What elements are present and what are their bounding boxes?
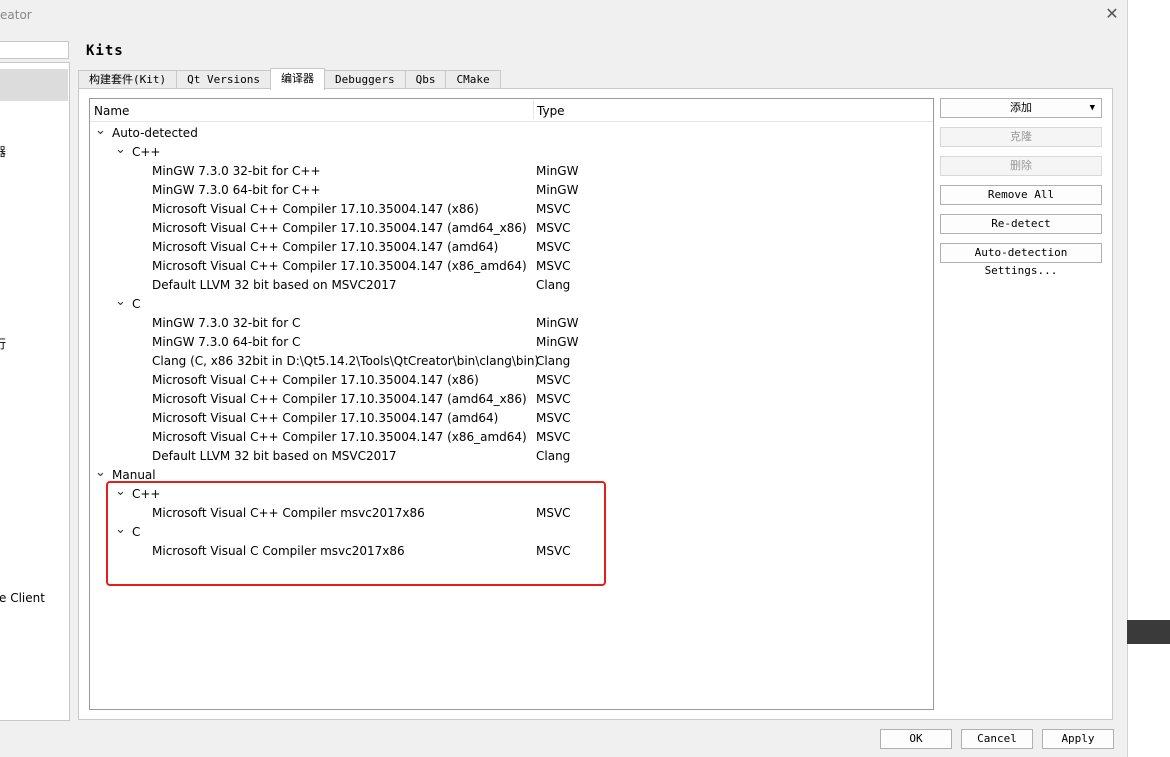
remove-all-button[interactable]: Remove All xyxy=(940,185,1102,205)
chevron-down-icon[interactable]: ⌄ xyxy=(95,463,106,482)
tree-row-type: MSVC xyxy=(536,202,571,216)
tree-row-type: MSVC xyxy=(536,430,571,444)
tree-row-type: Clang xyxy=(536,354,571,368)
apply-button[interactable]: Apply xyxy=(1042,729,1114,749)
tab-qt-versions[interactable]: Qt Versions xyxy=(176,70,271,89)
tree-row-type: MSVC xyxy=(536,259,571,273)
tree-row-name: Default LLVM 32 bit based on MSVC2017 xyxy=(152,278,397,292)
tree-row-name: Microsoft Visual C++ Compiler 17.10.3500… xyxy=(152,221,527,235)
tree-row-type: MSVC xyxy=(536,240,571,254)
tree-row[interactable]: MinGW 7.3.0 32-bit for C MinGW xyxy=(90,314,933,333)
tree-row[interactable]: Microsoft Visual C++ Compiler 17.10.3500… xyxy=(90,390,933,409)
tree-row[interactable]: Microsoft Visual C++ Compiler 17.10.3500… xyxy=(90,238,933,257)
ok-button[interactable]: OK xyxy=(880,729,952,749)
category-sidebar[interactable]: 器r·行e Client xyxy=(0,62,70,721)
clone-button[interactable]: 克隆 xyxy=(940,127,1102,147)
options-dialog: eator ✕ 器r·行e Client Kits 构建套件(Kit) Qt V… xyxy=(0,0,1128,757)
window-title: eator xyxy=(0,8,32,22)
chevron-down-icon[interactable]: ⌄ xyxy=(115,292,126,311)
tree-row[interactable]: Default LLVM 32 bit based on MSVC2017 Cla… xyxy=(90,276,933,295)
tree-row-type: MinGW xyxy=(536,183,579,197)
tab-debuggers[interactable]: Debuggers xyxy=(323,70,406,89)
tree-row-type: MinGW xyxy=(536,164,579,178)
cancel-button[interactable]: Cancel xyxy=(961,729,1033,749)
tree-row-name: Default LLVM 32 bit based on MSVC2017 xyxy=(152,449,397,463)
tab-kits[interactable]: 构建套件(Kit) xyxy=(78,70,178,89)
tree-group-row[interactable]: ⌄ Auto-detected xyxy=(90,121,933,143)
tree-row[interactable]: MinGW 7.3.0 32-bit for C++ MinGW xyxy=(90,162,933,181)
tree-row-type: MinGW xyxy=(536,316,579,330)
tree-row-name: MinGW 7.3.0 32-bit for C++ xyxy=(152,164,321,178)
tree-row[interactable]: MinGW 7.3.0 64-bit for C++ MinGW xyxy=(90,181,933,200)
background-taskbar-fragment xyxy=(1127,620,1170,644)
tree-row-name: C++ xyxy=(132,145,161,159)
tree-row-name: MinGW 7.3.0 32-bit for C xyxy=(152,316,301,330)
tree-row[interactable]: Microsoft Visual C++ Compiler 17.10.3500… xyxy=(90,409,933,428)
tree-row[interactable]: Microsoft Visual C++ Compiler 17.10.3500… xyxy=(90,257,933,276)
tree-row-type: MSVC xyxy=(536,392,571,406)
tree-row[interactable]: Microsoft Visual C++ Compiler 17.10.3500… xyxy=(90,428,933,447)
tree-row[interactable]: Microsoft Visual C++ Compiler 17.10.3500… xyxy=(90,371,933,390)
filter-input[interactable] xyxy=(0,41,69,59)
column-header-type[interactable]: Type xyxy=(537,104,565,118)
tree-row-type: MSVC xyxy=(536,373,571,387)
close-icon[interactable]: ✕ xyxy=(1103,5,1121,23)
tree-row-type: MSVC xyxy=(536,411,571,425)
tree-row-type: Clang xyxy=(536,278,571,292)
column-header-name[interactable]: Name xyxy=(94,104,129,118)
tree-row-name: MinGW 7.3.0 64-bit for C xyxy=(152,335,301,349)
page-title: Kits xyxy=(86,43,124,59)
tree-row-name: Microsoft Visual C++ Compiler 17.10.3500… xyxy=(152,202,479,216)
add-button-label: 添加 xyxy=(1010,101,1032,114)
tree-row[interactable]: Clang (C, x86 32bit in D:\Qt5.14.2\Tools… xyxy=(90,352,933,371)
red-annotation-box xyxy=(106,481,606,586)
tree-row[interactable]: Default LLVM 32 bit based on MSVC2017 Cla… xyxy=(90,447,933,466)
chevron-down-icon[interactable]: ⌄ xyxy=(115,140,126,159)
add-button[interactable]: 添加 ▼ xyxy=(940,98,1102,118)
tree-row-type: MinGW xyxy=(536,335,579,349)
tree-row-name: Clang (C, x86 32bit in D:\Qt5.14.2\Tools… xyxy=(152,354,540,368)
tree-row-name: MinGW 7.3.0 64-bit for C++ xyxy=(152,183,321,197)
tab-cmake[interactable]: CMake xyxy=(445,70,501,89)
tree-row-type: MSVC xyxy=(536,221,571,235)
tree-group-row[interactable]: ⌄ C++ xyxy=(90,140,933,162)
tree-row[interactable]: Microsoft Visual C++ Compiler 17.10.3500… xyxy=(90,219,933,238)
autodetect-settings-button[interactable]: Auto-detection Settings... xyxy=(940,243,1102,277)
tree-header: Name Type xyxy=(90,99,933,122)
sidebar-item-kits-selected[interactable] xyxy=(0,69,68,101)
tree-row-name: C xyxy=(132,297,141,311)
tree-row-name: Microsoft Visual C++ Compiler 17.10.3500… xyxy=(152,392,527,406)
tree-row-name: Microsoft Visual C++ Compiler 17.10.3500… xyxy=(152,240,499,254)
tab-qbs[interactable]: Qbs xyxy=(404,70,447,89)
chevron-down-icon[interactable]: ⌄ xyxy=(95,121,106,140)
tree-group-row[interactable]: ⌄ C xyxy=(90,292,933,314)
compilers-panel: Name Type ⌄ Auto-detected ⌄ C++ MinGW 7.3.0 … xyxy=(78,88,1113,720)
tab-bar: 构建套件(Kit) Qt Versions 编译器 Debuggers Qbs … xyxy=(78,68,501,90)
tree-row[interactable]: MinGW 7.3.0 64-bit for C MinGW xyxy=(90,333,933,352)
chevron-down-icon: ▼ xyxy=(1089,103,1095,113)
tree-row-name: Microsoft Visual C++ Compiler 17.10.3500… xyxy=(152,430,527,444)
sidebar-item-label[interactable]: 器 xyxy=(0,143,6,160)
tree-row-name: Microsoft Visual C++ Compiler 17.10.3500… xyxy=(152,259,527,273)
sidebar-item-label[interactable]: 行 xyxy=(0,335,6,352)
tab-compilers[interactable]: 编译器 xyxy=(269,68,325,90)
redetect-button[interactable]: Re-detect xyxy=(940,214,1102,234)
sidebar-item-label[interactable]: e Client xyxy=(0,591,45,605)
tree-row[interactable]: Microsoft Visual C++ Compiler 17.10.3500… xyxy=(90,200,933,219)
tree-row-name: Microsoft Visual C++ Compiler 17.10.3500… xyxy=(152,411,499,425)
compiler-tree[interactable]: Name Type ⌄ Auto-detected ⌄ C++ MinGW 7.3.0 … xyxy=(89,98,934,710)
column-divider[interactable] xyxy=(533,101,534,119)
remove-button[interactable]: 删除 xyxy=(940,156,1102,176)
tree-row-name: Microsoft Visual C++ Compiler 17.10.3500… xyxy=(152,373,479,387)
tree-row-type: Clang xyxy=(536,449,571,463)
